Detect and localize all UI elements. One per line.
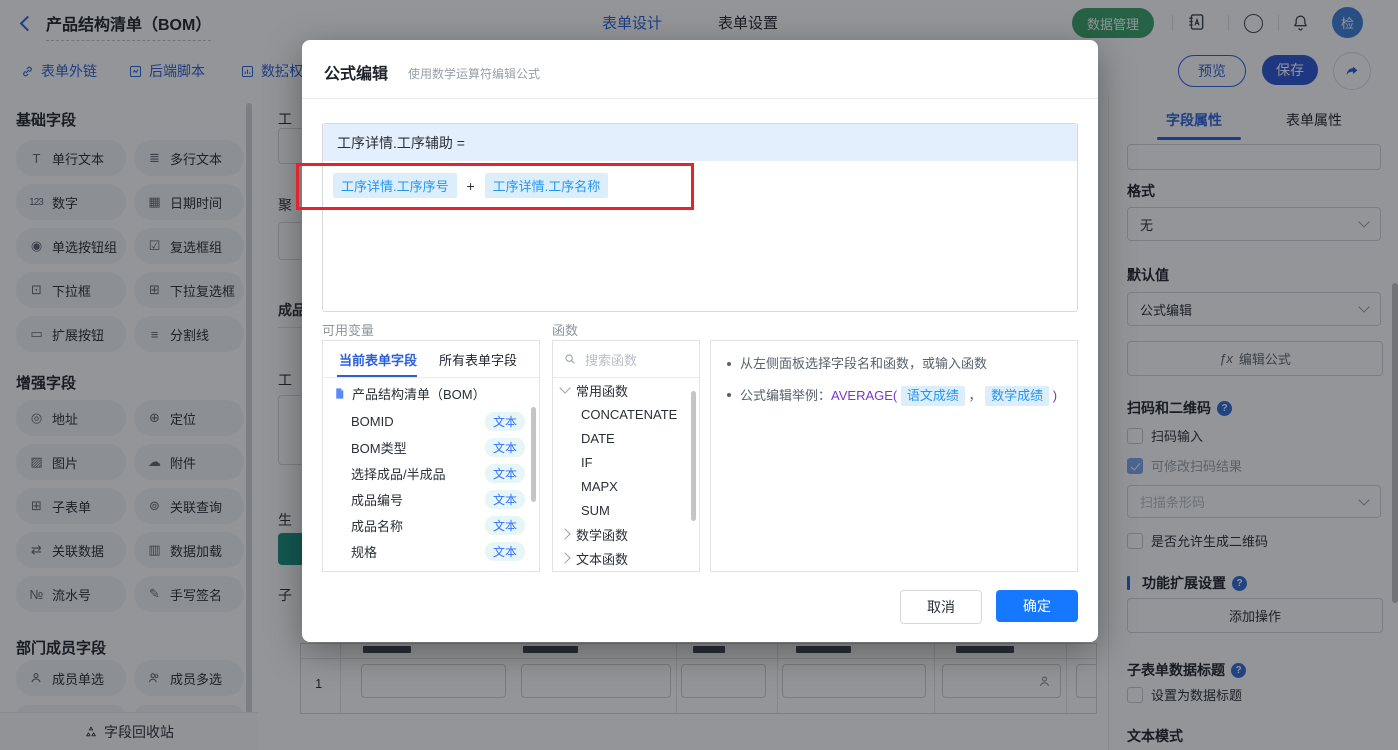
function-item[interactable]: DATE (553, 426, 699, 450)
formula-target: 工序详情.工序辅助 = (323, 124, 1077, 161)
variable-field-row[interactable]: 选择成品/半成品 文本 (323, 460, 539, 486)
variable-field-row[interactable]: 规格 文本 (323, 538, 539, 564)
cancel-button[interactable]: 取消 (900, 590, 982, 624)
variables-tabs: 当前表单字段 所有表单字段 (323, 341, 539, 378)
close-paren: ) (1052, 388, 1058, 403)
functions-panel: 搜索函数 常用函数 CONCATENATE DATE IF MAPX SUM 数… (552, 340, 700, 572)
formula-example: 公式编辑举例：AVERAGE( 语文成绩 ， 数学成绩 ) (740, 386, 1057, 406)
tab-current-form-fields[interactable]: 当前表单字段 (339, 350, 417, 369)
function-group-math[interactable]: 数学函数 (553, 522, 699, 546)
function-search[interactable]: 搜索函数 (553, 341, 699, 378)
tip-line-1: 从左侧面板选择字段名和函数，或输入函数 (727, 355, 1061, 373)
type-badge: 文本 (484, 463, 525, 483)
search-icon (565, 354, 575, 364)
variables-label: 可用变量 (322, 323, 375, 338)
chevron-right-icon (559, 528, 571, 540)
formula-editor[interactable]: 工序详情.工序辅助 = 工序详情.工序序号 + 工序详情.工序名称 (322, 123, 1078, 312)
chevron-right-icon (559, 552, 571, 564)
modal-title: 公式编辑 (324, 66, 389, 83)
variable-field-row[interactable]: 成品编号 文本 (323, 486, 539, 512)
variable-field-row[interactable]: BOM类型 文本 (323, 434, 539, 460)
file-icon (336, 387, 344, 399)
function-item[interactable]: CONCATENATE (553, 402, 699, 426)
variables-scrollbar[interactable] (531, 407, 536, 502)
function-group-text[interactable]: 文本函数 (553, 546, 699, 570)
function-item[interactable]: MAPX (553, 474, 699, 498)
type-badge: 文本 (484, 541, 525, 561)
confirm-button[interactable]: 确定 (996, 590, 1078, 622)
form-tree-node[interactable]: 产品结构清单（BOM） (323, 378, 539, 408)
formula-editor-modal: 公式编辑 使用数学运算符编辑公式 工序详情.工序辅助 = 工序详情.工序序号 +… (302, 40, 1098, 642)
search-placeholder: 搜索函数 (585, 352, 638, 368)
type-badge: 文本 (484, 437, 525, 457)
variables-panel: 当前表单字段 所有表单字段 产品结构清单（BOM） BOMID 文本 BOM类型文… (322, 340, 540, 572)
active-tab-underline (337, 375, 417, 377)
type-badge: 文本 (484, 515, 525, 535)
function-item[interactable]: SUM (553, 498, 699, 522)
chevron-down-icon (559, 382, 571, 394)
functions-scrollbar[interactable] (691, 391, 696, 521)
type-badge: 文本 (484, 411, 525, 431)
variable-field-row[interactable]: 成品名称 文本 (323, 512, 539, 538)
modal-header-divider (302, 98, 1098, 99)
tab-all-form-fields[interactable]: 所有表单字段 (439, 350, 517, 369)
function-item[interactable]: IF (553, 450, 699, 474)
example-field-token: 语文成绩 (900, 386, 965, 406)
bullet (727, 393, 731, 397)
app-window: 产品结构清单（BOM） 表单设计 表单设置 数据管理 检 表单外链 后端脚本 数 (0, 0, 1398, 750)
function-name: AVERAGE( (831, 388, 898, 403)
tip-line-2: 公式编辑举例：AVERAGE( 语文成绩 ， 数学成绩 ) (727, 386, 1061, 406)
tips-panel: 从左侧面板选择字段名和函数，或输入函数 公式编辑举例：AVERAGE( 语文成绩… (710, 340, 1078, 572)
type-badge: 文本 (484, 489, 525, 509)
annotation-highlight-box (296, 163, 694, 210)
example-field-token: 数学成绩 (985, 386, 1050, 406)
functions-label: 函数 (552, 323, 579, 338)
bullet (727, 362, 731, 366)
variable-field-row[interactable]: BOMID 文本 (323, 408, 539, 434)
modal-subtitle: 使用数学运算符编辑公式 (408, 67, 541, 81)
function-group-common[interactable]: 常用函数 (553, 378, 699, 402)
